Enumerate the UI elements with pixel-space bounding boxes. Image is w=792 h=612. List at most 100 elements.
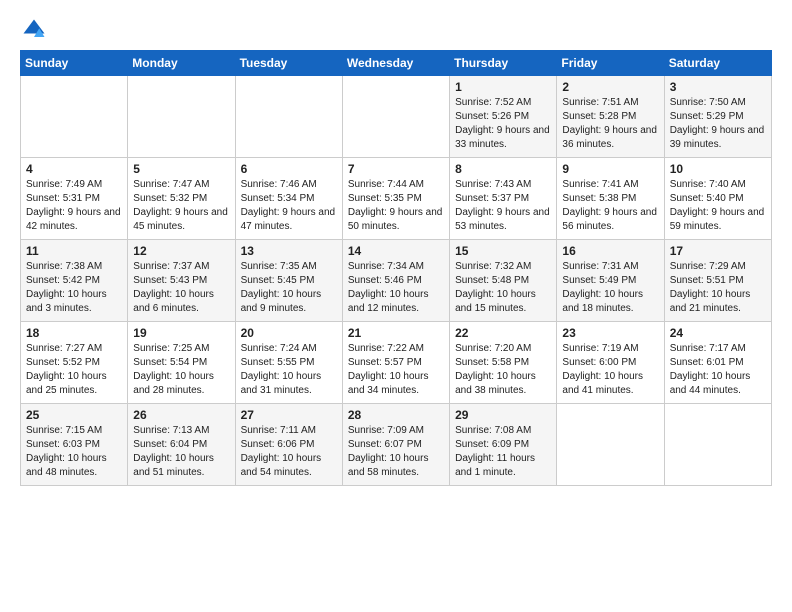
day-cell: 26 Sunrise: 7:13 AM Sunset: 6:04 PM Dayli… [128, 404, 235, 486]
day-number: 19 [133, 326, 229, 340]
page: SundayMondayTuesdayWednesdayThursdayFrid… [0, 0, 792, 496]
day-number: 15 [455, 244, 551, 258]
day-info: Sunrise: 7:29 AM Sunset: 5:51 PM Dayligh… [670, 260, 766, 316]
day-cell: 17 Sunrise: 7:29 AM Sunset: 5:51 PM Dayli… [664, 240, 771, 322]
day-number: 22 [455, 326, 551, 340]
day-info: Sunrise: 7:13 AM Sunset: 6:04 PM Dayligh… [133, 424, 229, 480]
day-info: Sunrise: 7:24 AM Sunset: 5:55 PM Dayligh… [241, 342, 337, 398]
day-number: 16 [562, 244, 658, 258]
day-number: 23 [562, 326, 658, 340]
day-cell [557, 404, 664, 486]
logo [20, 16, 52, 44]
day-cell: 1Sunrise: 7:52 AM Sunset: 5:26 PM Daylig… [450, 76, 557, 158]
day-info: Sunrise: 7:17 AM Sunset: 6:01 PM Dayligh… [670, 342, 766, 398]
day-cell: 2 Sunrise: 7:51 AM Sunset: 5:28 PM Daylig… [557, 76, 664, 158]
week-row-4: 18Sunrise: 7:27 AM Sunset: 5:52 PM Dayli… [21, 322, 772, 404]
day-info: Sunrise: 7:32 AM Sunset: 5:48 PM Dayligh… [455, 260, 551, 316]
day-info: Sunrise: 7:09 AM Sunset: 6:07 PM Dayligh… [348, 424, 444, 480]
day-cell: 3 Sunrise: 7:50 AM Sunset: 5:29 PM Daylig… [664, 76, 771, 158]
day-cell: 6 Sunrise: 7:46 AM Sunset: 5:34 PM Daylig… [235, 158, 342, 240]
day-number: 6 [241, 162, 337, 176]
day-info: Sunrise: 7:15 AM Sunset: 6:03 PM Dayligh… [26, 424, 122, 480]
day-info: Sunrise: 7:51 AM Sunset: 5:28 PM Dayligh… [562, 96, 658, 152]
day-cell: 9Sunrise: 7:41 AM Sunset: 5:38 PM Daylig… [557, 158, 664, 240]
day-cell: 23 Sunrise: 7:19 AM Sunset: 6:00 PM Dayli… [557, 322, 664, 404]
day-info: Sunrise: 7:31 AM Sunset: 5:49 PM Dayligh… [562, 260, 658, 316]
day-cell [235, 76, 342, 158]
day-number: 24 [670, 326, 766, 340]
day-info: Sunrise: 7:44 AM Sunset: 5:35 PM Dayligh… [348, 178, 444, 234]
day-number: 20 [241, 326, 337, 340]
day-number: 4 [26, 162, 122, 176]
day-number: 29 [455, 408, 551, 422]
weekday-header-thursday: Thursday [450, 51, 557, 76]
calendar: SundayMondayTuesdayWednesdayThursdayFrid… [20, 50, 772, 486]
week-row-5: 25 Sunrise: 7:15 AM Sunset: 6:03 PM Dayli… [21, 404, 772, 486]
day-number: 3 [670, 80, 766, 94]
day-cell: 8 Sunrise: 7:43 AM Sunset: 5:37 PM Daylig… [450, 158, 557, 240]
day-cell: 19 Sunrise: 7:25 AM Sunset: 5:54 PM Dayli… [128, 322, 235, 404]
day-info: Sunrise: 7:19 AM Sunset: 6:00 PM Dayligh… [562, 342, 658, 398]
day-info: Sunrise: 7:11 AM Sunset: 6:06 PM Dayligh… [241, 424, 337, 480]
day-info: Sunrise: 7:38 AM Sunset: 5:42 PM Dayligh… [26, 260, 122, 316]
day-info: Sunrise: 7:35 AM Sunset: 5:45 PM Dayligh… [241, 260, 337, 316]
day-info: Sunrise: 7:34 AM Sunset: 5:46 PM Dayligh… [348, 260, 444, 316]
day-info: Sunrise: 7:52 AM Sunset: 5:26 PM Dayligh… [455, 96, 551, 152]
day-cell [21, 76, 128, 158]
day-cell: 5 Sunrise: 7:47 AM Sunset: 5:32 PM Daylig… [128, 158, 235, 240]
day-number: 17 [670, 244, 766, 258]
day-number: 7 [348, 162, 444, 176]
weekday-header-friday: Friday [557, 51, 664, 76]
weekday-header-monday: Monday [128, 51, 235, 76]
weekday-header-wednesday: Wednesday [342, 51, 449, 76]
day-cell: 27 Sunrise: 7:11 AM Sunset: 6:06 PM Dayli… [235, 404, 342, 486]
day-number: 5 [133, 162, 229, 176]
day-cell: 24 Sunrise: 7:17 AM Sunset: 6:01 PM Dayli… [664, 322, 771, 404]
logo-icon [20, 16, 48, 44]
day-cell: 29 Sunrise: 7:08 AM Sunset: 6:09 PM Dayli… [450, 404, 557, 486]
day-number: 9 [562, 162, 658, 176]
day-number: 21 [348, 326, 444, 340]
day-cell [342, 76, 449, 158]
day-cell: 14 Sunrise: 7:34 AM Sunset: 5:46 PM Dayli… [342, 240, 449, 322]
day-number: 11 [26, 244, 122, 258]
day-cell [664, 404, 771, 486]
header-row [20, 16, 772, 44]
day-number: 26 [133, 408, 229, 422]
day-cell: 15 Sunrise: 7:32 AM Sunset: 5:48 PM Dayli… [450, 240, 557, 322]
day-cell: 7 Sunrise: 7:44 AM Sunset: 5:35 PM Daylig… [342, 158, 449, 240]
week-row-2: 4 Sunrise: 7:49 AM Sunset: 5:31 PM Daylig… [21, 158, 772, 240]
day-cell: 25 Sunrise: 7:15 AM Sunset: 6:03 PM Dayli… [21, 404, 128, 486]
day-info: Sunrise: 7:43 AM Sunset: 5:37 PM Dayligh… [455, 178, 551, 234]
day-number: 14 [348, 244, 444, 258]
day-number: 10 [670, 162, 766, 176]
day-cell: 4 Sunrise: 7:49 AM Sunset: 5:31 PM Daylig… [21, 158, 128, 240]
day-info: Sunrise: 7:47 AM Sunset: 5:32 PM Dayligh… [133, 178, 229, 234]
day-info: Sunrise: 7:27 AM Sunset: 5:52 PM Dayligh… [26, 342, 122, 398]
day-cell: 12Sunrise: 7:37 AM Sunset: 5:43 PM Dayli… [128, 240, 235, 322]
day-number: 25 [26, 408, 122, 422]
day-info: Sunrise: 7:37 AM Sunset: 5:43 PM Dayligh… [133, 260, 229, 316]
day-cell: 20 Sunrise: 7:24 AM Sunset: 5:55 PM Dayli… [235, 322, 342, 404]
day-cell: 10 Sunrise: 7:40 AM Sunset: 5:40 PM Dayli… [664, 158, 771, 240]
day-info: Sunrise: 7:22 AM Sunset: 5:57 PM Dayligh… [348, 342, 444, 398]
week-row-3: 11 Sunrise: 7:38 AM Sunset: 5:42 PM Dayli… [21, 240, 772, 322]
weekday-header-tuesday: Tuesday [235, 51, 342, 76]
day-info: Sunrise: 7:50 AM Sunset: 5:29 PM Dayligh… [670, 96, 766, 152]
day-number: 2 [562, 80, 658, 94]
day-info: Sunrise: 7:40 AM Sunset: 5:40 PM Dayligh… [670, 178, 766, 234]
day-info: Sunrise: 7:49 AM Sunset: 5:31 PM Dayligh… [26, 178, 122, 234]
day-info: Sunrise: 7:25 AM Sunset: 5:54 PM Dayligh… [133, 342, 229, 398]
week-row-1: 1Sunrise: 7:52 AM Sunset: 5:26 PM Daylig… [21, 76, 772, 158]
day-cell: 11 Sunrise: 7:38 AM Sunset: 5:42 PM Dayli… [21, 240, 128, 322]
weekday-header-saturday: Saturday [664, 51, 771, 76]
day-cell: 22Sunrise: 7:20 AM Sunset: 5:58 PM Dayli… [450, 322, 557, 404]
day-number: 13 [241, 244, 337, 258]
day-number: 27 [241, 408, 337, 422]
day-info: Sunrise: 7:46 AM Sunset: 5:34 PM Dayligh… [241, 178, 337, 234]
weekday-header-sunday: Sunday [21, 51, 128, 76]
day-cell: 28Sunrise: 7:09 AM Sunset: 6:07 PM Dayli… [342, 404, 449, 486]
weekday-header-row: SundayMondayTuesdayWednesdayThursdayFrid… [21, 51, 772, 76]
day-info: Sunrise: 7:08 AM Sunset: 6:09 PM Dayligh… [455, 424, 551, 480]
day-number: 8 [455, 162, 551, 176]
